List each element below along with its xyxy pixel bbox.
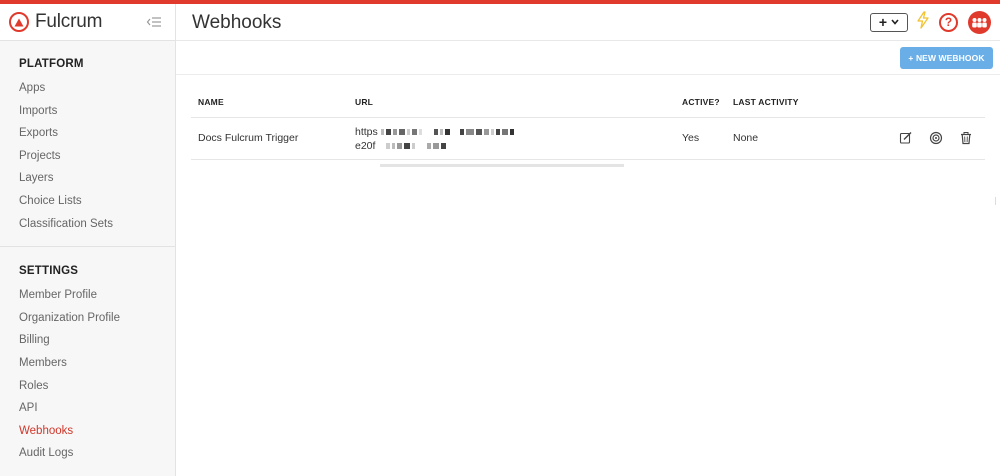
settings-nav: SETTINGS Member Profile Organization Pro… [0,247,175,469]
sidebar-item-apps[interactable]: Apps [19,81,175,104]
brand[interactable]: Fulcrum [0,4,175,41]
row-actions [899,131,973,145]
column-header-last-activity[interactable]: LAST ACTIVITY [733,97,799,107]
new-webhook-button[interactable]: + NEW WEBHOOK [900,47,993,69]
edit-icon[interactable] [899,131,913,145]
webhook-active-status: Yes [682,132,700,144]
chevron-down-icon [891,19,899,25]
question-circle-icon[interactable]: ? [939,12,958,32]
header-actions: + ? [870,10,991,34]
target-icon[interactable] [929,131,943,145]
table-row[interactable]: Docs Fulcrum Trigger https e20f Yes None [191,118,985,167]
add-dropdown-button[interactable]: + [870,12,908,32]
table-header: NAME URL ACTIVE? LAST ACTIVITY [191,86,985,118]
sidebar-item-webhooks[interactable]: Webhooks [19,424,175,447]
sidebar-item-members[interactable]: Members [19,356,175,379]
webhook-name[interactable]: Docs Fulcrum Trigger [198,132,298,144]
sidebar-item-choice-lists[interactable]: Choice Lists [19,194,175,217]
sidebar-item-imports[interactable]: Imports [19,104,175,127]
url-line-1: https [355,126,378,138]
content-scroll-indicator [988,197,996,205]
column-header-url[interactable]: URL [355,97,373,107]
sidebar-item-exports[interactable]: Exports [19,126,175,149]
page-title: Webhooks [192,12,282,33]
fulcrum-logo-icon [9,12,29,32]
webhook-url: https e20f [355,125,625,167]
url-scrollbar[interactable] [380,164,624,167]
sidebar-item-organization-profile[interactable]: Organization Profile [19,311,175,334]
sidebar: Fulcrum PLATFORM Apps Imports Exports Pr… [0,4,176,476]
page-header: Webhooks + ? [176,4,1000,41]
nav-heading-platform: PLATFORM [19,58,84,70]
sidebar-item-member-profile[interactable]: Member Profile [19,288,175,311]
collapse-sidebar-icon[interactable] [146,15,162,29]
sidebar-item-roles[interactable]: Roles [19,379,175,402]
trash-icon[interactable] [959,131,973,145]
url-line-2: e20f [355,140,376,152]
redacted-url-segment [380,129,514,135]
brand-name: Fulcrum [35,11,103,32]
platform-nav: PLATFORM Apps Imports Exports Projects L… [0,41,175,239]
column-header-name[interactable]: NAME [198,97,224,107]
sidebar-item-classification-sets[interactable]: Classification Sets [19,217,175,240]
plus-icon: + [878,14,888,30]
webhooks-table: NAME URL ACTIVE? LAST ACTIVITY Docs Fulc… [191,86,985,167]
sidebar-item-projects[interactable]: Projects [19,149,175,172]
content-toolbar: + NEW WEBHOOK [176,41,1000,75]
webhook-last-activity: None [733,132,759,144]
redacted-url-segment [378,143,447,149]
sidebar-item-layers[interactable]: Layers [19,171,175,194]
column-header-active[interactable]: ACTIVE? [682,97,720,107]
nav-heading-settings: SETTINGS [19,265,79,278]
lightning-bolt-icon[interactable] [917,10,929,34]
org-avatar-icon[interactable] [968,10,991,34]
sidebar-item-audit-logs[interactable]: Audit Logs [19,446,175,469]
sidebar-item-api[interactable]: API [19,401,175,424]
sidebar-item-billing[interactable]: Billing [19,333,175,356]
